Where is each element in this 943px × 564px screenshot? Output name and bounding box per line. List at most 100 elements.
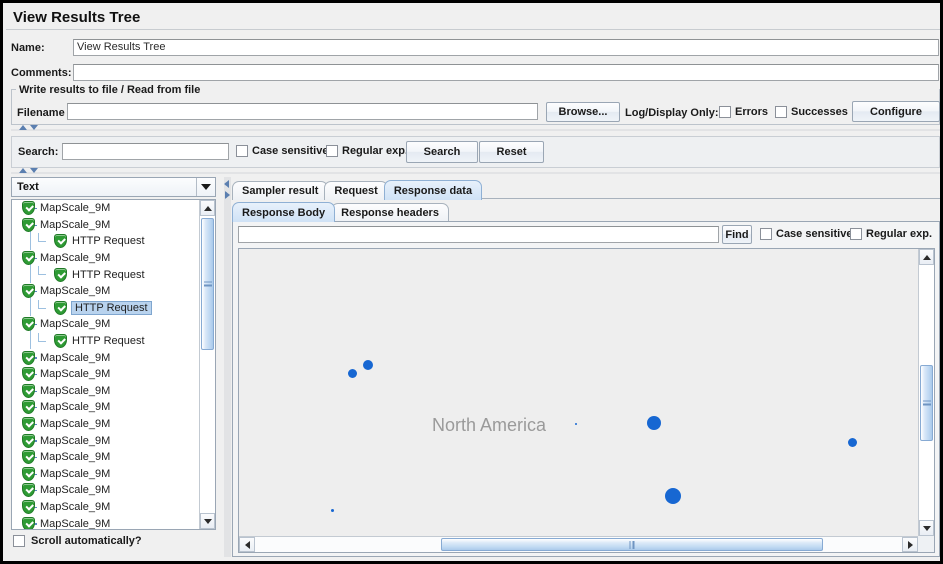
success-shield-icon	[22, 317, 35, 332]
success-shield-icon	[54, 234, 67, 249]
success-shield-icon	[22, 201, 35, 216]
tree-row[interactable]: MapScale_9M	[12, 482, 199, 499]
tree-scroll-down-button[interactable]	[200, 513, 215, 529]
map-scroll-up-button[interactable]	[919, 249, 934, 265]
successes-checkbox-row[interactable]: Successes	[775, 106, 848, 118]
success-shield-icon	[22, 450, 35, 465]
tree-row[interactable]: MapScale_9M	[12, 200, 199, 217]
comments-input[interactable]	[73, 64, 939, 81]
triangle-up-icon[interactable]	[19, 168, 27, 173]
scroll-automatically-checkbox[interactable]	[13, 535, 25, 547]
tree-row[interactable]: MapScale_9M	[12, 499, 199, 516]
tree-elbow-line	[38, 233, 46, 243]
map-scroll-right-button[interactable]	[902, 537, 918, 552]
map-hscroll-thumb[interactable]	[441, 538, 823, 551]
search-case-sensitive-row[interactable]: Case sensitive	[236, 145, 328, 157]
tree-row[interactable]: HTTP Request	[12, 266, 199, 283]
tree-row[interactable]: MapScale_9M	[12, 416, 199, 433]
configure-button[interactable]: Configure	[852, 101, 940, 122]
page-title: View Results Tree	[13, 9, 141, 26]
tree-row-label: HTTP Request	[72, 268, 145, 281]
tab-response-body[interactable]: Response Body	[232, 202, 336, 222]
tree-row[interactable]: MapScale_9M	[12, 283, 199, 300]
successes-checkbox[interactable]	[775, 106, 787, 118]
map-vscroll-thumb[interactable]	[920, 365, 933, 441]
find-input[interactable]	[238, 226, 719, 243]
success-shield-icon	[22, 483, 35, 498]
tab-sampler-result[interactable]: Sampler result	[232, 181, 329, 200]
triangle-up-icon[interactable]	[19, 125, 27, 130]
success-shield-icon	[22, 251, 35, 266]
errors-checkbox[interactable]	[719, 106, 731, 118]
tree-row[interactable]: MapScale_9M	[12, 250, 199, 267]
response-render-viewport[interactable]: North America	[238, 248, 935, 553]
tree-row[interactable]: MapScale_9M	[12, 466, 199, 483]
tree-row[interactable]: HTTP Request	[12, 299, 199, 317]
tree-row[interactable]: MapScale_9M	[12, 217, 199, 234]
tree-row-label: MapScale_9M	[40, 401, 111, 414]
search-button[interactable]: Search	[406, 141, 478, 163]
tab-response-data[interactable]: Response data	[383, 180, 483, 200]
scroll-automatically-row[interactable]: Scroll automatically?	[13, 535, 142, 547]
map-canvas[interactable]: North America	[239, 249, 918, 536]
secondary-tabstrip: Response Body Response headers	[232, 202, 449, 222]
primary-tabstrip: Sampler result Request Response data	[232, 180, 483, 200]
success-shield-icon	[54, 334, 67, 349]
map-scroll-left-button[interactable]	[239, 537, 255, 552]
tree-row[interactable]: HTTP Request	[12, 233, 199, 250]
search-regular-exp-row[interactable]: Regular exp.	[326, 145, 408, 157]
search-case-sensitive-checkbox[interactable]	[236, 145, 248, 157]
map-horizontal-scrollbar[interactable]	[239, 536, 918, 552]
tree-row[interactable]: MapScale_9M	[12, 399, 199, 416]
render-format-value: Text	[17, 181, 39, 193]
filename-input[interactable]	[67, 103, 538, 120]
search-regular-exp-label: Regular exp.	[342, 145, 409, 157]
tree-vertical-scrollbar[interactable]	[199, 200, 215, 529]
tree-scroll-up-button[interactable]	[200, 200, 215, 216]
results-tree[interactable]: MapScale_9M MapScale_9M HTTP Request MapSca…	[11, 199, 216, 530]
find-case-sensitive-checkbox[interactable]	[760, 228, 772, 240]
splitter-collapse-left-icon[interactable]	[224, 180, 229, 188]
tree-elbow-line	[38, 332, 46, 342]
scroll-thumb-grip	[922, 400, 931, 406]
find-regular-exp-row[interactable]: Regular exp.	[850, 228, 932, 240]
name-input[interactable]: View Results Tree	[73, 39, 939, 56]
tree-row[interactable]: HTTP Request	[12, 332, 199, 350]
tab-response-headers[interactable]: Response headers	[331, 203, 449, 222]
search-input[interactable]	[62, 143, 229, 160]
triangle-down-icon[interactable]	[30, 168, 38, 173]
tree-row-label: MapScale_9M	[40, 517, 111, 529]
reset-button[interactable]: Reset	[479, 141, 544, 163]
tree-row[interactable]: MapScale_9M	[12, 432, 199, 449]
chevron-down-icon[interactable]	[201, 184, 211, 190]
tree-row[interactable]: MapScale_9M	[12, 383, 199, 400]
browse-button[interactable]: Browse...	[546, 102, 620, 122]
panel-splitter[interactable]	[224, 177, 231, 557]
response-panel: Sampler result Request Response data Respo…	[232, 177, 940, 557]
find-regular-exp-checkbox[interactable]	[850, 228, 862, 240]
splitter-collapse-right-icon[interactable]	[225, 191, 230, 199]
errors-checkbox-row[interactable]: Errors	[719, 106, 768, 118]
render-format-combo[interactable]: Text	[11, 177, 216, 197]
tree-row[interactable]: MapScale_9M	[12, 449, 199, 466]
search-regular-exp-checkbox[interactable]	[326, 145, 338, 157]
find-button[interactable]: Find	[722, 225, 752, 244]
tree-row[interactable]: MapScale_9M	[12, 515, 199, 529]
collapse-arrows-top[interactable]	[19, 125, 38, 130]
find-case-sensitive-row[interactable]: Case sensitive	[760, 228, 852, 240]
tree-scroll-thumb[interactable]	[201, 218, 214, 350]
map-scroll-down-button[interactable]	[919, 520, 934, 536]
tab-request[interactable]: Request	[324, 181, 388, 200]
tree-guide-line	[30, 332, 31, 350]
combo-arrow-box[interactable]	[196, 178, 215, 196]
map-vertical-scrollbar[interactable]	[918, 249, 934, 536]
tree-row[interactable]: MapScale_9M	[12, 366, 199, 383]
scroll-right-icon	[907, 540, 913, 549]
scroll-down-icon	[203, 518, 212, 524]
collapse-arrows-search[interactable]	[19, 168, 38, 173]
tree-row[interactable]: MapScale_9M	[12, 349, 199, 366]
tree-row[interactable]: MapScale_9M	[12, 316, 199, 333]
tree-row-label: MapScale_9M	[40, 484, 111, 497]
collapse-bar-top[interactable]	[11, 125, 940, 135]
triangle-down-icon[interactable]	[30, 125, 38, 130]
